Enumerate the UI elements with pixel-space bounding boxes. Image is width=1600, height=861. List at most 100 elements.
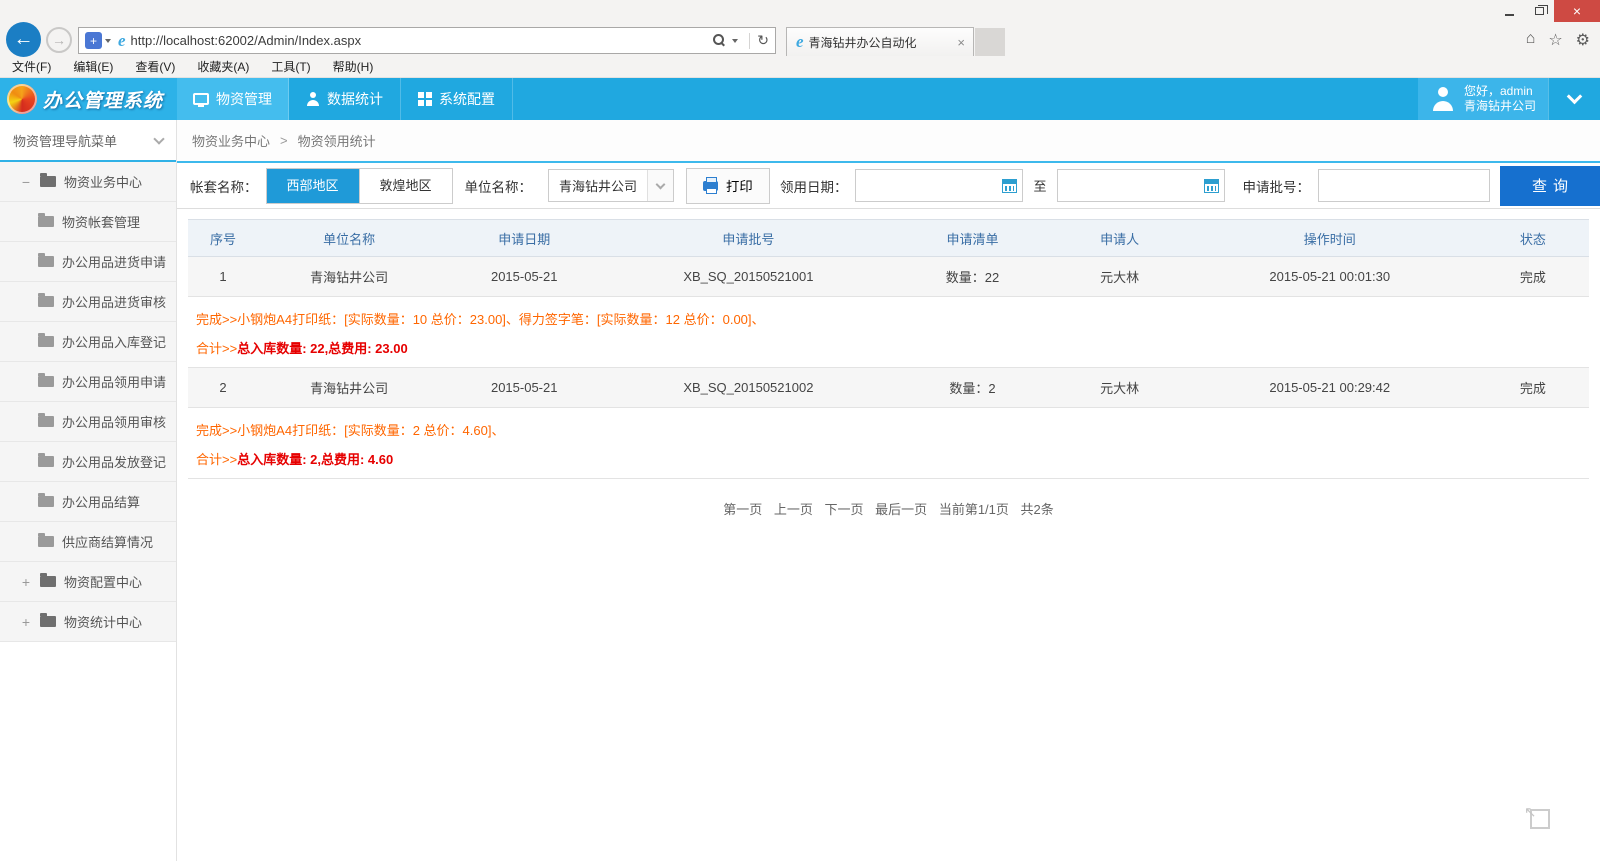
- breadcrumb-separator: >: [280, 133, 288, 148]
- settings-gear-icon[interactable]: ⚙: [1576, 30, 1590, 50]
- header-spacer: [513, 78, 1418, 120]
- resize-corner-widget[interactable]: ↖: [1530, 809, 1550, 829]
- cell-date: 2015-05-21: [440, 257, 608, 297]
- filter-bar: 帐套名称： 西部地区 敦煌地区 单位名称： 青海钻井公司 打印 领用日期：: [177, 163, 1600, 209]
- expand-icon[interactable]: +: [20, 614, 32, 630]
- sidebar-item-supplier-settlement[interactable]: 供应商结算情况: [0, 522, 176, 562]
- region-segmented-control: 西部地区 敦煌地区: [266, 168, 453, 204]
- menu-edit[interactable]: 编辑(E): [73, 58, 113, 75]
- batch-number-label: 申请批号：: [1243, 176, 1311, 196]
- sidebar-item-business-center[interactable]: − 物资业务中心: [0, 162, 176, 202]
- folder-icon: [40, 176, 56, 187]
- app-title: 办公管理系统: [43, 86, 163, 113]
- select-chevron-cell[interactable]: [647, 170, 673, 201]
- browser-tab[interactable]: e 青海钻井办公自动化 ×: [786, 27, 974, 56]
- sidebar-item-label: 物资帐套管理: [62, 212, 140, 231]
- forward-arrow-icon: →: [52, 32, 66, 48]
- minimize-button[interactable]: [1494, 0, 1524, 22]
- sidebar-header[interactable]: 物资管理导航菜单: [0, 120, 176, 162]
- nav-tab-system-config[interactable]: 系统配置: [401, 78, 513, 120]
- app-logo: 办公管理系统: [0, 78, 177, 120]
- table-row[interactable]: 1 青海钻井公司 2015-05-21 XB_SQ_20150521001 数量…: [188, 257, 1589, 297]
- sidebar-item-purchase-apply[interactable]: 办公用品进货申请: [0, 242, 176, 282]
- sidebar-item-settlement[interactable]: 办公用品结算: [0, 482, 176, 522]
- restore-button[interactable]: [1524, 0, 1554, 22]
- address-bar[interactable]: + e http://localhost:62002/Admin/Index.a…: [78, 27, 776, 54]
- date-to-label: 至: [1033, 176, 1046, 195]
- sidebar-item-purchase-review[interactable]: 办公用品进货审核: [0, 282, 176, 322]
- printer-icon: [703, 181, 718, 191]
- folder-icon: [38, 336, 54, 347]
- region-button-west[interactable]: 西部地区: [267, 169, 360, 203]
- sidebar-item-label: 物资业务中心: [64, 172, 142, 191]
- sidebar-title: 物资管理导航菜单: [13, 131, 117, 150]
- menu-file[interactable]: 文件(F): [12, 58, 51, 75]
- forward-button[interactable]: →: [46, 27, 72, 53]
- refresh-icon[interactable]: ↻: [757, 32, 769, 49]
- calendar-icon[interactable]: [1204, 179, 1219, 193]
- url-text[interactable]: http://localhost:62002/Admin/Index.aspx: [131, 33, 712, 48]
- search-dropdown-icon[interactable]: [732, 39, 738, 43]
- pagination-first[interactable]: 第一页: [723, 502, 762, 517]
- sidebar-item-label: 办公用品结算: [62, 492, 140, 511]
- cell-seq: 1: [188, 257, 258, 297]
- pagination-last[interactable]: 最后一页: [875, 502, 927, 517]
- menu-favorites[interactable]: 收藏夹(A): [197, 58, 249, 75]
- folder-icon: [38, 536, 54, 547]
- detail-row: 完成>>小钢炮A4打印纸：[实际数量：10 总价：23.00]、得力签字笔：[实…: [188, 297, 1589, 368]
- sidebar-item-distribution-register[interactable]: 办公用品发放登记: [0, 442, 176, 482]
- sidebar-item-account-mgmt[interactable]: 物资帐套管理: [0, 202, 176, 242]
- chevron-down-icon: [153, 133, 164, 144]
- close-button[interactable]: ×: [1554, 0, 1600, 22]
- user-company: 青海钻井公司: [1464, 99, 1536, 114]
- unit-select-value: 青海钻井公司: [549, 170, 647, 201]
- nav-tab-materials[interactable]: 物资管理: [177, 78, 289, 120]
- sidebar-item-inbound-register[interactable]: 办公用品入库登记: [0, 322, 176, 362]
- cell-unit: 青海钻井公司: [258, 368, 440, 408]
- sidebar-item-statistics-center[interactable]: + 物资统计中心: [0, 602, 176, 642]
- region-button-dunhuang[interactable]: 敦煌地区: [360, 169, 452, 203]
- back-button[interactable]: ←: [6, 22, 41, 57]
- user-panel[interactable]: 您好，admin 青海钻井公司: [1418, 78, 1548, 120]
- person-icon: [306, 92, 320, 106]
- folder-icon: [38, 256, 54, 267]
- tab-close-icon[interactable]: ×: [955, 35, 967, 50]
- unit-select[interactable]: 青海钻井公司: [548, 169, 674, 202]
- user-menu-toggle[interactable]: [1548, 78, 1600, 120]
- sidebar-item-use-review[interactable]: 办公用品领用审核: [0, 402, 176, 442]
- sidebar-item-config-center[interactable]: + 物资配置中心: [0, 562, 176, 602]
- sidebar-item-use-apply[interactable]: 办公用品领用申请: [0, 362, 176, 402]
- detail-total-text: 总入库数量: 2,总费用: 4.60: [237, 452, 393, 467]
- pagination-next[interactable]: 下一页: [825, 502, 864, 517]
- table-row[interactable]: 2 青海钻井公司 2015-05-21 XB_SQ_20150521002 数量…: [188, 368, 1589, 408]
- monitor-icon: [193, 93, 209, 105]
- browser-menubar: 文件(F) 编辑(E) 查看(V) 收藏夹(A) 工具(T) 帮助(H): [0, 55, 373, 77]
- batch-number-input[interactable]: [1318, 169, 1490, 202]
- new-tab-button[interactable]: [975, 28, 1005, 56]
- home-icon[interactable]: ⌂: [1526, 30, 1536, 50]
- expand-icon[interactable]: +: [20, 574, 32, 590]
- detail-items-text: 完成>>小钢炮A4打印纸：[实际数量：10 总价：23.00]、得力签字笔：[实…: [196, 309, 1581, 328]
- search-button[interactable]: 查询: [1500, 166, 1600, 206]
- menu-tools[interactable]: 工具(T): [271, 58, 310, 75]
- sidebar-item-label: 办公用品领用申请: [62, 372, 166, 391]
- menu-view[interactable]: 查看(V): [135, 58, 175, 75]
- detail-row: 完成>>小钢炮A4打印纸：[实际数量：2 总价：4.60]、 合计>>总入库数量…: [188, 408, 1589, 479]
- print-button[interactable]: 打印: [686, 168, 770, 204]
- date-from-input[interactable]: [856, 170, 996, 201]
- favorites-star-icon[interactable]: ☆: [1548, 30, 1562, 50]
- collapse-icon[interactable]: −: [20, 174, 32, 190]
- address-dropdown-icon[interactable]: [105, 39, 111, 43]
- folder-icon: [40, 616, 56, 627]
- menu-help[interactable]: 帮助(H): [333, 58, 374, 75]
- date-to-input[interactable]: [1058, 170, 1198, 201]
- chevron-down-icon: [1567, 89, 1583, 105]
- nav-tab-statistics[interactable]: 数据统计: [289, 78, 401, 120]
- window-controls: ×: [1494, 0, 1600, 22]
- pagination-prev[interactable]: 上一页: [774, 502, 813, 517]
- calendar-icon[interactable]: [1002, 179, 1017, 193]
- search-icon[interactable]: [711, 34, 724, 47]
- breadcrumb-parent[interactable]: 物资业务中心: [192, 131, 270, 150]
- pagination-current: 当前第1/1页: [939, 502, 1009, 517]
- compatibility-icon[interactable]: +: [85, 32, 102, 49]
